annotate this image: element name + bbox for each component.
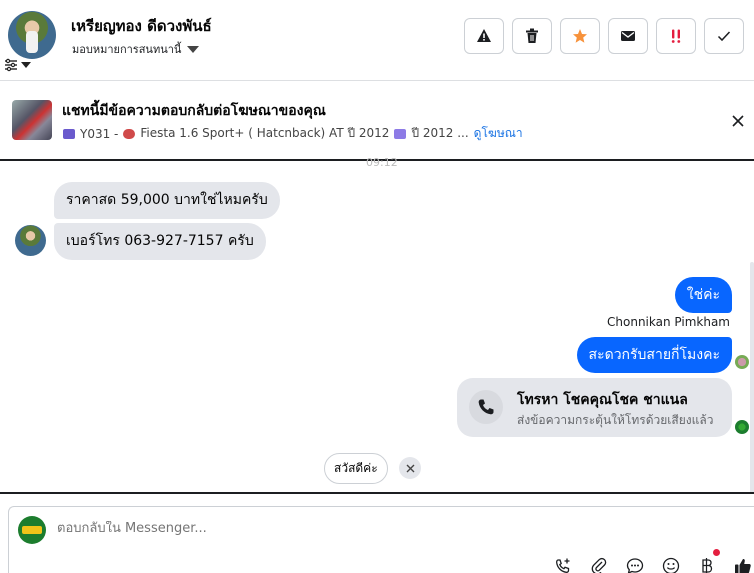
mark-unread-button[interactable] [608, 18, 648, 54]
send-like-button[interactable] [732, 555, 754, 573]
message-composer [8, 506, 754, 573]
mail-icon [621, 31, 635, 41]
mark-done-button[interactable] [704, 18, 744, 54]
call-card-subtitle: ส่งข้อความกระตุ้นให้โทรด้วยเสียงแล้ว [517, 413, 714, 427]
header-actions [464, 18, 744, 54]
scrollbar[interactable] [750, 262, 754, 494]
check-icon [717, 31, 731, 42]
ad-banner-title: แชทนี้มีข้อความตอบกลับต่อโฆษณาของคุณ [62, 103, 326, 119]
emoji-button[interactable] [660, 555, 682, 573]
attach-button[interactable] [588, 555, 610, 573]
reply-input[interactable] [57, 521, 457, 536]
outgoing-message[interactable]: สะดวกรับสายกี่โมงคะ [576, 337, 732, 373]
composer-toolbar [552, 549, 754, 573]
dismiss-quick-reply-button[interactable] [399, 457, 421, 479]
ad-detail-year: ปี 2012 ... [411, 126, 469, 140]
attachment-icon [591, 557, 607, 573]
delete-button[interactable] [512, 18, 552, 54]
emoji-icon [662, 557, 680, 573]
notification-dot [713, 549, 720, 556]
incoming-message[interactable]: ราคาสด 59,000 บาทใช่ไหมครับ [54, 182, 280, 219]
seen-avatar [735, 355, 749, 369]
outgoing-message[interactable]: ใช่ค่ะ [674, 277, 732, 313]
phone-icon [469, 390, 503, 424]
chat-bubble-icon [626, 558, 644, 573]
contact-name[interactable]: เหรียญทอง ดีดวงพันธ์ [71, 14, 212, 38]
ad-thumbnail[interactable] [12, 100, 52, 140]
incoming-message[interactable]: เบอร์โทร 063-927-7157 ครับ [54, 223, 266, 260]
page-avatar [18, 516, 46, 544]
add-call-icon [556, 558, 570, 573]
contact-avatar[interactable] [8, 11, 56, 59]
filter-dropdown[interactable] [4, 58, 31, 72]
chevron-down-icon [21, 62, 31, 68]
chevron-down-icon [187, 45, 200, 53]
call-request-card[interactable]: โทรหา โชคคุณโชค ชาแนล ส่งข้อความกระตุ้นใ… [457, 378, 732, 437]
thumbs-up-icon [735, 558, 751, 573]
quick-reply-chip[interactable]: สวัสดีค่ะ [324, 453, 388, 484]
star-button[interactable] [560, 18, 600, 54]
ad-detail-model: Fiesta 1.6 Sport+ ( Hatcnback) AT ปี 201… [140, 126, 390, 140]
ad-details: Y031 - Fiesta 1.6 Sport+ ( Hatcnback) AT… [63, 124, 523, 143]
warning-icon [477, 29, 491, 42]
message-timestamp: 09:12 [366, 156, 398, 169]
urgent-icon [671, 29, 681, 43]
truck-icon [63, 128, 75, 139]
composer-divider [0, 492, 754, 494]
baht-icon [702, 558, 713, 573]
call-card-title: โทรหา โชคคุณโชค ชาแนล [517, 392, 688, 408]
star-icon [573, 29, 587, 43]
calendar-icon [394, 128, 407, 139]
close-icon [732, 115, 744, 127]
report-button[interactable] [464, 18, 504, 54]
ad-reply-banner: แชทนี้มีข้อความตอบกลับต่อโฆษณาของคุณ Y03… [0, 81, 754, 161]
saved-replies-button[interactable] [624, 555, 646, 573]
assign-conversation-dropdown[interactable]: มอบหมายการสนทนานี้ [72, 40, 200, 58]
trash-icon [526, 28, 538, 43]
close-banner-button[interactable] [728, 111, 748, 131]
view-ad-link[interactable]: ดูโฆษณา [474, 124, 523, 143]
contact-avatar-small [15, 225, 46, 256]
payment-button[interactable] [696, 549, 720, 573]
filter-icon [5, 58, 17, 72]
close-icon [406, 464, 414, 472]
seen-avatar [735, 420, 749, 434]
follow-up-button[interactable] [656, 18, 696, 54]
sender-name: Chonnikan Pimkham [607, 315, 730, 329]
conversation-header: เหรียญทอง ดีดวงพันธ์ มอบหมายการสนทนานี้ [0, 0, 754, 81]
car-icon [123, 128, 136, 139]
add-call-button[interactable] [552, 555, 574, 573]
assign-label: มอบหมายการสนทนานี้ [72, 43, 182, 56]
ad-detail-code: Y031 - [80, 126, 119, 141]
